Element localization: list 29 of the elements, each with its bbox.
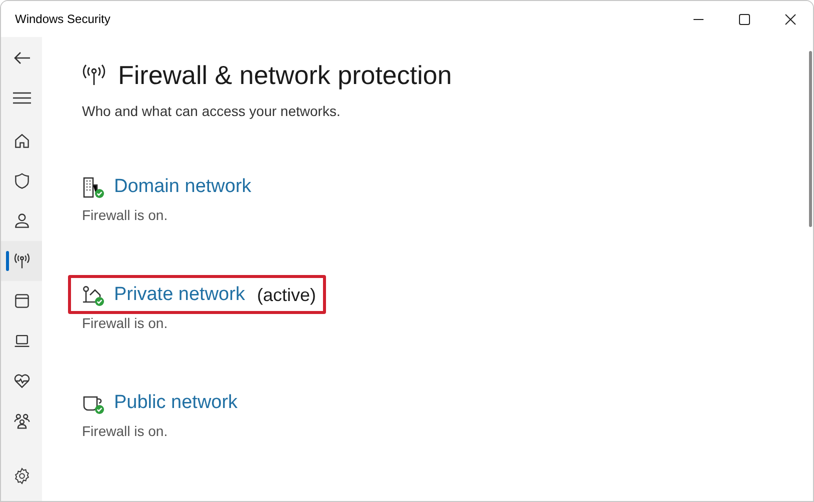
menu-icon <box>12 92 30 104</box>
window-title: Windows Security <box>15 11 110 28</box>
laptop-icon <box>12 332 30 350</box>
person-icon <box>12 212 30 230</box>
antenna-icon <box>82 64 106 86</box>
network-link[interactable]: Public network <box>114 390 238 416</box>
close-icon <box>784 14 796 24</box>
maximize-icon <box>738 14 750 24</box>
page-subtitle: Who and what can access your networks. <box>82 102 342 121</box>
shield-icon <box>12 172 30 190</box>
selection-indicator <box>6 251 9 271</box>
active-label: (active) <box>256 284 316 307</box>
house-check-icon <box>82 284 104 306</box>
nav-item[interactable] <box>1 241 42 281</box>
scrollbar[interactable] <box>809 51 812 227</box>
network-status: Firewall is on. <box>82 422 169 441</box>
page-title: Firewall & network protection <box>118 59 452 92</box>
family-icon <box>12 412 30 430</box>
building-check-icon <box>82 176 104 198</box>
settings-icon <box>12 467 30 485</box>
network-link[interactable]: Private network <box>114 282 245 308</box>
heart-icon <box>12 372 30 390</box>
antenna-icon <box>12 252 30 270</box>
home-icon <box>12 132 30 150</box>
network-status: Firewall is on. <box>82 314 169 333</box>
network-link[interactable]: Domain network <box>114 174 252 200</box>
network-status: Firewall is on. <box>82 206 169 225</box>
window-icon <box>12 292 30 310</box>
back-arrow-icon <box>12 51 30 65</box>
